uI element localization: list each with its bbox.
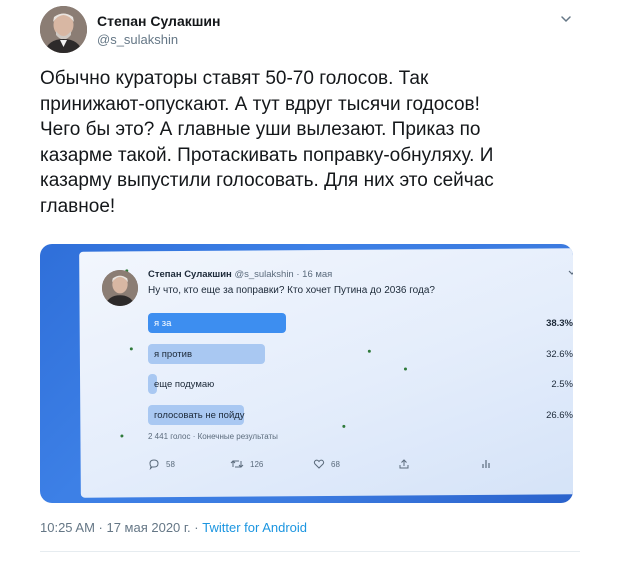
share-icon	[399, 459, 409, 469]
poll-option-percent: 32.6%	[546, 348, 573, 360]
tweet-card: Степан Сулакшин @s_sulakshin Обычно кура…	[0, 0, 620, 562]
embedded-actions: 58 126 68	[148, 456, 491, 472]
moire-dot	[129, 347, 133, 351]
retweet-count: 126	[250, 459, 264, 469]
share-action	[398, 456, 410, 472]
moire-dot	[120, 434, 124, 438]
poll-option-label: я против	[154, 348, 192, 360]
heart-icon	[313, 459, 325, 469]
avatar[interactable]	[40, 6, 87, 53]
poll-option-percent: 26.6%	[546, 409, 573, 421]
chevron-down-icon	[568, 270, 573, 275]
analytics-icon	[482, 460, 490, 468]
poll-option-label: я за	[154, 318, 172, 329]
tweet-meta: 10:25 AM · 17 мая 2020 г. · Twitter for …	[40, 520, 307, 535]
retweet-icon	[230, 460, 244, 468]
meta-separator: ·	[190, 520, 203, 535]
reply-count: 58	[166, 459, 175, 469]
poll-footer: 2 441 голос · Конечные результаты	[148, 432, 278, 441]
avatar-photo-icon	[102, 270, 138, 306]
moire-dot	[403, 367, 407, 371]
poll-option: я против 32.6%	[148, 343, 573, 364]
avatar-photo-icon	[40, 6, 87, 53]
like-action: 68	[313, 456, 340, 472]
author-handle[interactable]: @s_sulakshin	[97, 32, 178, 47]
analytics-action	[481, 456, 491, 472]
reply-action: 58	[148, 456, 175, 472]
embedded-meta: @s_sulakshin · 16 мая	[234, 269, 333, 280]
retweet-action: 126	[230, 456, 263, 472]
poll-option: я за 38.3%	[148, 313, 573, 333]
poll-option-label: еще подумаю	[154, 379, 215, 390]
embedded-photo[interactable]: Степан Сулакшин @s_sulakshin · 16 мая Ну…	[40, 244, 573, 503]
poll-question: Ну что, кто еще за поправки? Кто хочет П…	[148, 285, 435, 296]
poll-option: голосовать не пойду 26.6%	[148, 404, 573, 425]
embedded-author-name: Степан Сулакшин	[148, 269, 232, 280]
chevron-down-icon[interactable]	[559, 12, 573, 26]
embedded-header: Степан Сулакшин @s_sulakshin · 16 мая	[148, 269, 332, 280]
poll-option-percent: 2.5%	[551, 379, 573, 390]
like-count: 68	[331, 459, 340, 469]
author-name[interactable]: Степан Сулакшин	[97, 13, 220, 29]
embedded-avatar	[102, 270, 138, 306]
poll-option-label: голосовать не пойду	[154, 409, 245, 421]
tweet-text: Обычно кураторы ставят 50-70 голосов. Та…	[40, 68, 494, 217]
divider	[40, 551, 580, 552]
timestamp[interactable]: 10:25 AM · 17 мая 2020 г.	[40, 520, 191, 535]
poll-option: еще подумаю 2.5%	[148, 374, 573, 394]
reply-icon	[149, 459, 159, 470]
poll-option-percent: 38.3%	[546, 318, 573, 329]
moire-dot	[342, 424, 346, 428]
source-link[interactable]: Twitter for Android	[202, 520, 307, 535]
